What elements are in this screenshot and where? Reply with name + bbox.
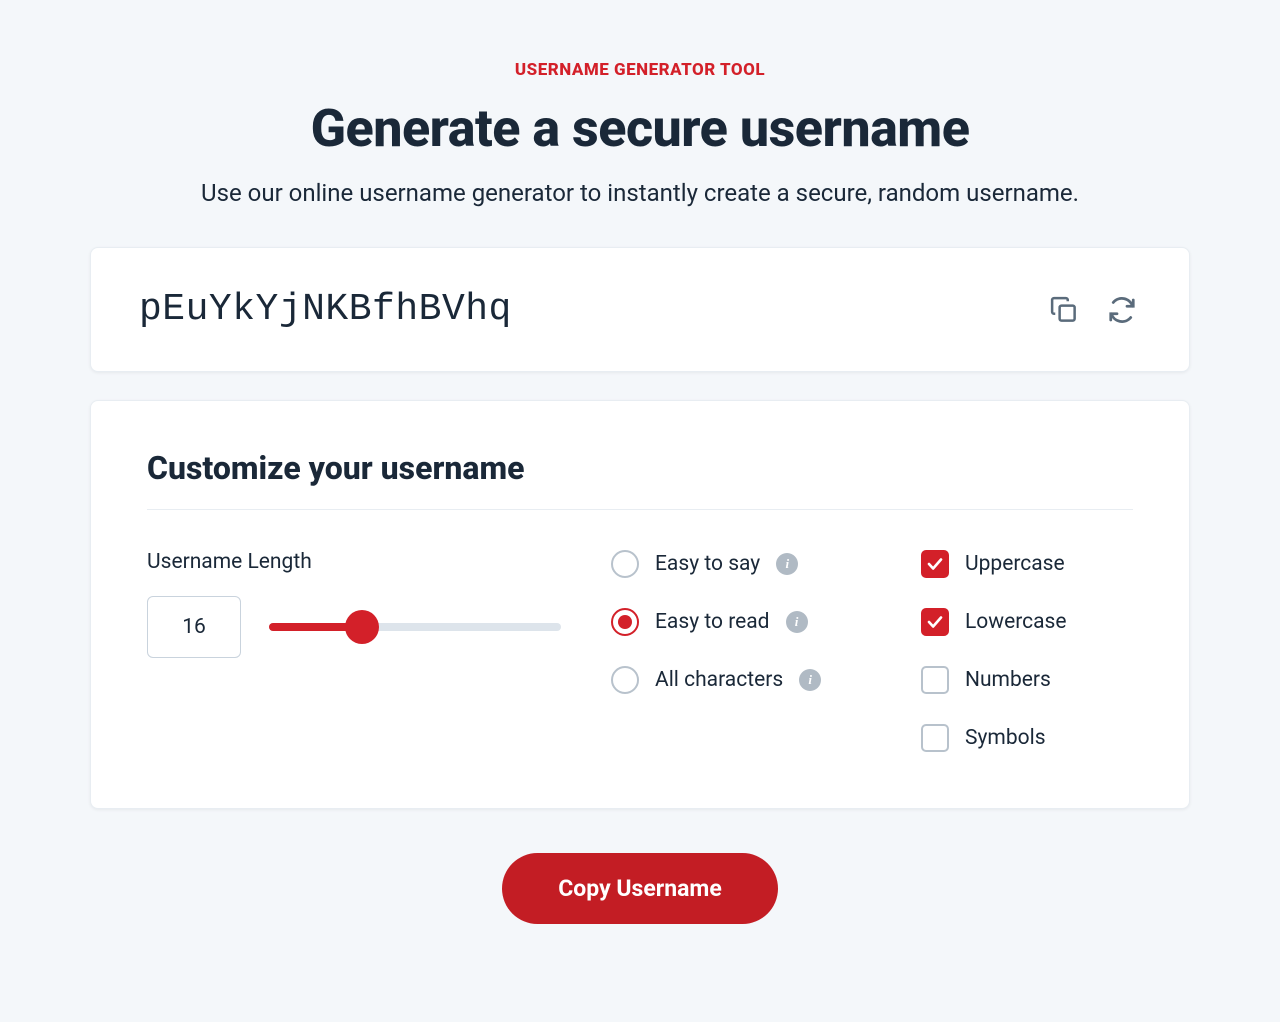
radio-label: Easy to say: [655, 552, 760, 576]
radio-label: Easy to read: [655, 610, 770, 634]
check-label: Uppercase: [965, 552, 1065, 576]
page-header: USERNAME GENERATOR TOOL Generate a secur…: [90, 60, 1190, 207]
checkmark-icon: [926, 555, 944, 573]
customize-card: Customize your username Username Length …: [90, 400, 1190, 809]
checkbox-icon: [921, 550, 949, 578]
copy-icon-button[interactable]: [1045, 291, 1083, 329]
length-slider[interactable]: [269, 615, 561, 639]
checkbox-icon: [921, 724, 949, 752]
checkmark-icon: [926, 613, 944, 631]
copy-username-button[interactable]: Copy Username: [502, 853, 778, 924]
regenerate-button[interactable]: [1103, 291, 1141, 329]
radio-icon: [611, 666, 639, 694]
output-card: pEuYkYjNKBfhBVhq: [90, 247, 1190, 372]
copy-icon: [1049, 295, 1079, 325]
radio-easy-to-say[interactable]: Easy to say i: [611, 550, 871, 578]
controls-row: Username Length Easy to say i Easy to re…: [147, 550, 1133, 752]
radio-icon: [611, 550, 639, 578]
page-subtitle: Use our online username generator to ins…: [90, 179, 1190, 207]
check-symbols[interactable]: Symbols: [921, 724, 1133, 752]
refresh-icon: [1107, 295, 1137, 325]
check-label: Symbols: [965, 726, 1046, 750]
generated-username: pEuYkYjNKBfhBVhq: [139, 288, 1025, 331]
slider-thumb[interactable]: [345, 610, 379, 644]
length-column: Username Length: [147, 550, 561, 752]
cta-section: Copy Username: [90, 853, 1190, 924]
radio-all-characters[interactable]: All characters i: [611, 666, 871, 694]
checkbox-icon: [921, 666, 949, 694]
eyebrow-label: USERNAME GENERATOR TOOL: [90, 60, 1190, 80]
radio-icon: [611, 608, 639, 636]
info-icon[interactable]: i: [786, 611, 808, 633]
radio-easy-to-read[interactable]: Easy to read i: [611, 608, 871, 636]
check-label: Lowercase: [965, 610, 1067, 634]
check-numbers[interactable]: Numbers: [921, 666, 1133, 694]
character-type-checks: Uppercase Lowercase Numbers Symbols: [921, 550, 1133, 752]
info-icon[interactable]: i: [776, 553, 798, 575]
character-set-radios: Easy to say i Easy to read i All charact…: [611, 550, 871, 752]
checkbox-icon: [921, 608, 949, 636]
info-icon[interactable]: i: [799, 669, 821, 691]
check-label: Numbers: [965, 668, 1051, 692]
radio-label: All characters: [655, 668, 783, 692]
page-title: Generate a secure username: [90, 98, 1190, 159]
check-lowercase[interactable]: Lowercase: [921, 608, 1133, 636]
customize-title: Customize your username: [147, 449, 1133, 510]
length-controls: [147, 596, 561, 658]
length-label: Username Length: [147, 550, 561, 574]
length-input[interactable]: [147, 596, 241, 658]
check-uppercase[interactable]: Uppercase: [921, 550, 1133, 578]
